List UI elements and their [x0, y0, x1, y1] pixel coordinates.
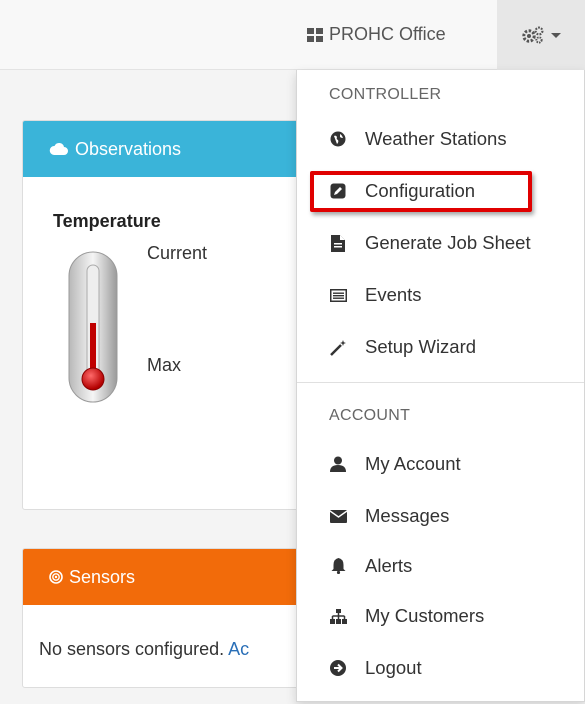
logout-icon [329, 659, 347, 677]
menu-item-logout[interactable]: Logout [313, 646, 569, 690]
observations-panel: Observations Temperature Current Max [22, 120, 322, 510]
menu-item-label: My Customers [365, 605, 485, 626]
globe-icon [329, 130, 347, 148]
account-header: ACCOUNT [329, 407, 411, 424]
menu-item-weather-stations[interactable]: Weather Stations [313, 117, 569, 161]
menu-item-generate-job-sheet[interactable]: Generate Job Sheet [313, 221, 569, 265]
menu-item-label: Alerts [365, 555, 413, 576]
top-navbar: PROHC Office [0, 0, 585, 70]
user-icon [329, 455, 347, 473]
sensors-message-text: No sensors configured. [39, 639, 229, 659]
sensors-empty-message: No sensors configured. Ac [39, 639, 249, 660]
sensors-heading: Sensors [23, 549, 321, 605]
grid-icon [307, 27, 323, 42]
menu-item-configuration[interactable]: Configuration [313, 169, 569, 213]
bell-icon [329, 557, 347, 575]
menu-item-label: Generate Job Sheet [365, 232, 531, 253]
settings-dropdown-menu: CONTROLLER Weather Stations Configuratio… [296, 70, 585, 702]
temperature-title: Temperature [53, 211, 161, 231]
menu-item-label: Events [365, 284, 422, 305]
menu-item-events[interactable]: Events [313, 273, 569, 317]
menu-item-my-customers[interactable]: My Customers [313, 594, 569, 638]
envelope-icon [329, 507, 347, 525]
menu-item-alerts[interactable]: Alerts [313, 544, 569, 588]
observations-title: Observations [75, 138, 182, 159]
list-icon [329, 286, 347, 304]
menu-item-label: Logout [365, 657, 422, 678]
file-icon [329, 234, 347, 252]
magic-wand-icon [329, 338, 347, 356]
sensors-panel: Sensors No sensors configured. Ac [22, 548, 322, 688]
office-link[interactable]: PROHC Office [307, 24, 446, 45]
menu-item-label: Weather Stations [365, 128, 507, 149]
menu-item-label: Configuration [365, 180, 476, 201]
office-label: PROHC Office [329, 24, 446, 44]
menu-divider [297, 382, 584, 383]
menu-item-label: My Account [365, 453, 461, 474]
menu-item-my-account[interactable]: My Account [313, 442, 569, 486]
current-label: Current [147, 243, 208, 263]
cloud-icon [49, 142, 68, 155]
thermometer-icon [68, 251, 118, 403]
observations-heading: Observations [23, 121, 321, 177]
chevron-down-icon [551, 32, 561, 38]
add-sensor-link[interactable]: Ac [228, 639, 249, 659]
sensors-title: Sensors [69, 566, 136, 587]
menu-item-label: Messages [365, 505, 450, 526]
target-icon [49, 570, 63, 584]
edit-icon [329, 182, 347, 200]
max-label: Max [147, 355, 182, 375]
menu-item-label: Setup Wizard [365, 336, 477, 357]
sitemap-icon [329, 607, 347, 625]
controller-header: CONTROLLER [329, 86, 442, 103]
menu-item-messages[interactable]: Messages [313, 494, 569, 538]
menu-item-setup-wizard[interactable]: Setup Wizard [313, 325, 569, 369]
settings-dropdown-toggle[interactable] [497, 0, 585, 70]
gears-icon [522, 26, 544, 44]
